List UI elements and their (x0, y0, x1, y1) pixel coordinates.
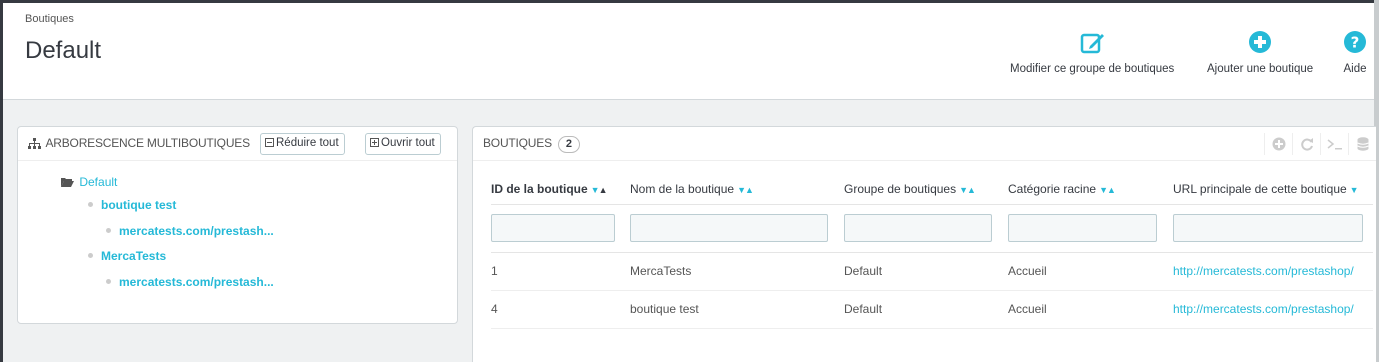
page-title: Default (25, 37, 102, 64)
tree-node-shop[interactable]: MercaTests (88, 249, 166, 263)
cell-name: MercaTests (630, 252, 844, 291)
table-row[interactable]: 1 MercaTests Default Accueil http://merc… (491, 252, 1373, 291)
cell-category: Accueil (1008, 290, 1173, 329)
shops-list-panel: BOUTIQUES 2 ID de la boutique ▼▲ Nom de la… (472, 126, 1376, 362)
filter-name-input[interactable] (630, 214, 828, 242)
cell-id: 1 (491, 252, 630, 291)
add-shop-label: Ajouter une boutique (1207, 63, 1314, 75)
help-label: Aide (1343, 63, 1367, 75)
column-label: ID de la boutique (491, 181, 588, 196)
add-circle-icon (1249, 31, 1272, 53)
cell-group: Default (844, 290, 1008, 329)
column-header-url[interactable]: URL principale de cette boutique ▼ (1173, 174, 1373, 204)
column-label: Groupe de boutiques (844, 181, 957, 196)
column-header-id[interactable]: ID de la boutique ▼▲ (491, 174, 630, 204)
tree-panel-title: ARBORESCENCE MULTIBOUTIQUES (28, 136, 250, 150)
edit-shop-group-label: Modifier ce groupe de boutiques (1010, 63, 1175, 75)
help-button[interactable]: ? Aide (1341, 29, 1369, 75)
collapse-icon (265, 138, 274, 147)
database-icon[interactable] (1348, 133, 1376, 155)
sitemap-icon (28, 138, 41, 149)
folder-open-icon (61, 178, 74, 187)
filter-id-input[interactable] (491, 214, 615, 242)
shops-count-badge: 2 (557, 136, 580, 153)
svg-text:?: ? (1351, 34, 1360, 52)
shops-panel-heading: BOUTIQUES 2 (473, 127, 1376, 161)
add-new-icon[interactable] (1264, 133, 1292, 155)
cell-id: 4 (491, 290, 630, 329)
tree-root-label: Default (79, 175, 118, 189)
help-icon: ? (1344, 31, 1366, 53)
collapse-all-label: Réduire tout (276, 137, 339, 149)
shops-panel-title: BOUTIQUES 2 (483, 136, 580, 153)
filter-category-input[interactable] (1008, 214, 1157, 242)
tree-panel-heading: ARBORESCENCE MULTIBOUTIQUES Réduire tout… (18, 127, 457, 161)
page-header: Boutiques Default Modifier ce groupe de … (3, 3, 1379, 100)
expand-all-button[interactable]: Ouvrir tout (365, 133, 441, 155)
filter-url-input[interactable] (1173, 214, 1363, 242)
cell-name: boutique test (630, 290, 844, 329)
tree-node-shop[interactable]: boutique test (88, 198, 176, 212)
column-label: Catégorie racine (1008, 181, 1097, 196)
edit-shop-group-button[interactable]: Modifier ce groupe de boutiques (1010, 29, 1174, 75)
tree-shop-label: MercaTests (101, 249, 167, 263)
tree-node-url[interactable]: mercatests.com/prestash... (106, 224, 274, 238)
add-shop-button[interactable]: Ajouter une boutique (1207, 29, 1313, 75)
shops-table: ID de la boutique ▼▲ Nom de la boutique ▼▲… (491, 174, 1373, 329)
column-header-group[interactable]: Groupe de boutiques ▼▲ (844, 174, 1008, 204)
tree-url-label: mercatests.com/prestash... (119, 275, 274, 289)
refresh-icon[interactable] (1292, 133, 1320, 155)
bullet-icon (88, 253, 93, 258)
tree-node-default-group[interactable]: Default (61, 175, 117, 189)
expand-icon (370, 138, 379, 147)
expand-all-label: Ouvrir tout (381, 137, 435, 149)
sql-query-icon[interactable] (1320, 133, 1348, 155)
shop-url-link[interactable]: http://mercatests.com/prestashop/ (1173, 302, 1354, 316)
bullet-icon (88, 202, 93, 207)
column-header-category[interactable]: Catégorie racine ▼▲ (1008, 174, 1173, 204)
sort-icon[interactable]: ▼▲ (959, 185, 976, 195)
cell-url: http://mercatests.com/prestashop/ (1173, 290, 1373, 329)
bullet-icon (106, 228, 111, 233)
collapse-all-button[interactable]: Réduire tout (260, 133, 345, 155)
sort-icon[interactable]: ▼▲ (1099, 185, 1116, 195)
table-header-row: ID de la boutique ▼▲ Nom de la boutique ▼▲… (491, 174, 1373, 204)
sort-icon[interactable]: ▼▲ (737, 185, 754, 195)
tree-node-url[interactable]: mercatests.com/prestash... (106, 275, 274, 289)
breadcrumb[interactable]: Boutiques (25, 13, 74, 25)
list-toolbar (1264, 133, 1376, 155)
tree-panel-title-text: ARBORESCENCE MULTIBOUTIQUES (45, 136, 250, 150)
edit-icon (1080, 33, 1105, 54)
shops-panel-title-text: BOUTIQUES (483, 136, 552, 150)
cell-url: http://mercatests.com/prestashop/ (1173, 252, 1373, 291)
column-label: URL principale de cette boutique (1173, 181, 1347, 196)
shop-url-link[interactable]: http://mercatests.com/prestashop/ (1173, 264, 1354, 278)
tree-shop-label: boutique test (101, 198, 177, 212)
multishop-tree-panel: ARBORESCENCE MULTIBOUTIQUES Réduire tout… (17, 126, 458, 324)
column-label: Nom de la boutique (630, 181, 735, 196)
sort-icon[interactable]: ▼ (1350, 185, 1359, 195)
table-row[interactable]: 4 boutique test Default Accueil http://m… (491, 290, 1373, 329)
tree-url-label: mercatests.com/prestash... (119, 224, 274, 238)
cell-category: Accueil (1008, 252, 1173, 291)
sort-icon[interactable]: ▼▲ (591, 185, 608, 195)
column-header-name[interactable]: Nom de la boutique ▼▲ (630, 174, 844, 204)
cell-group: Default (844, 252, 1008, 291)
bullet-icon (106, 279, 111, 284)
filter-row (491, 203, 1373, 253)
filter-group-input[interactable] (844, 214, 992, 242)
